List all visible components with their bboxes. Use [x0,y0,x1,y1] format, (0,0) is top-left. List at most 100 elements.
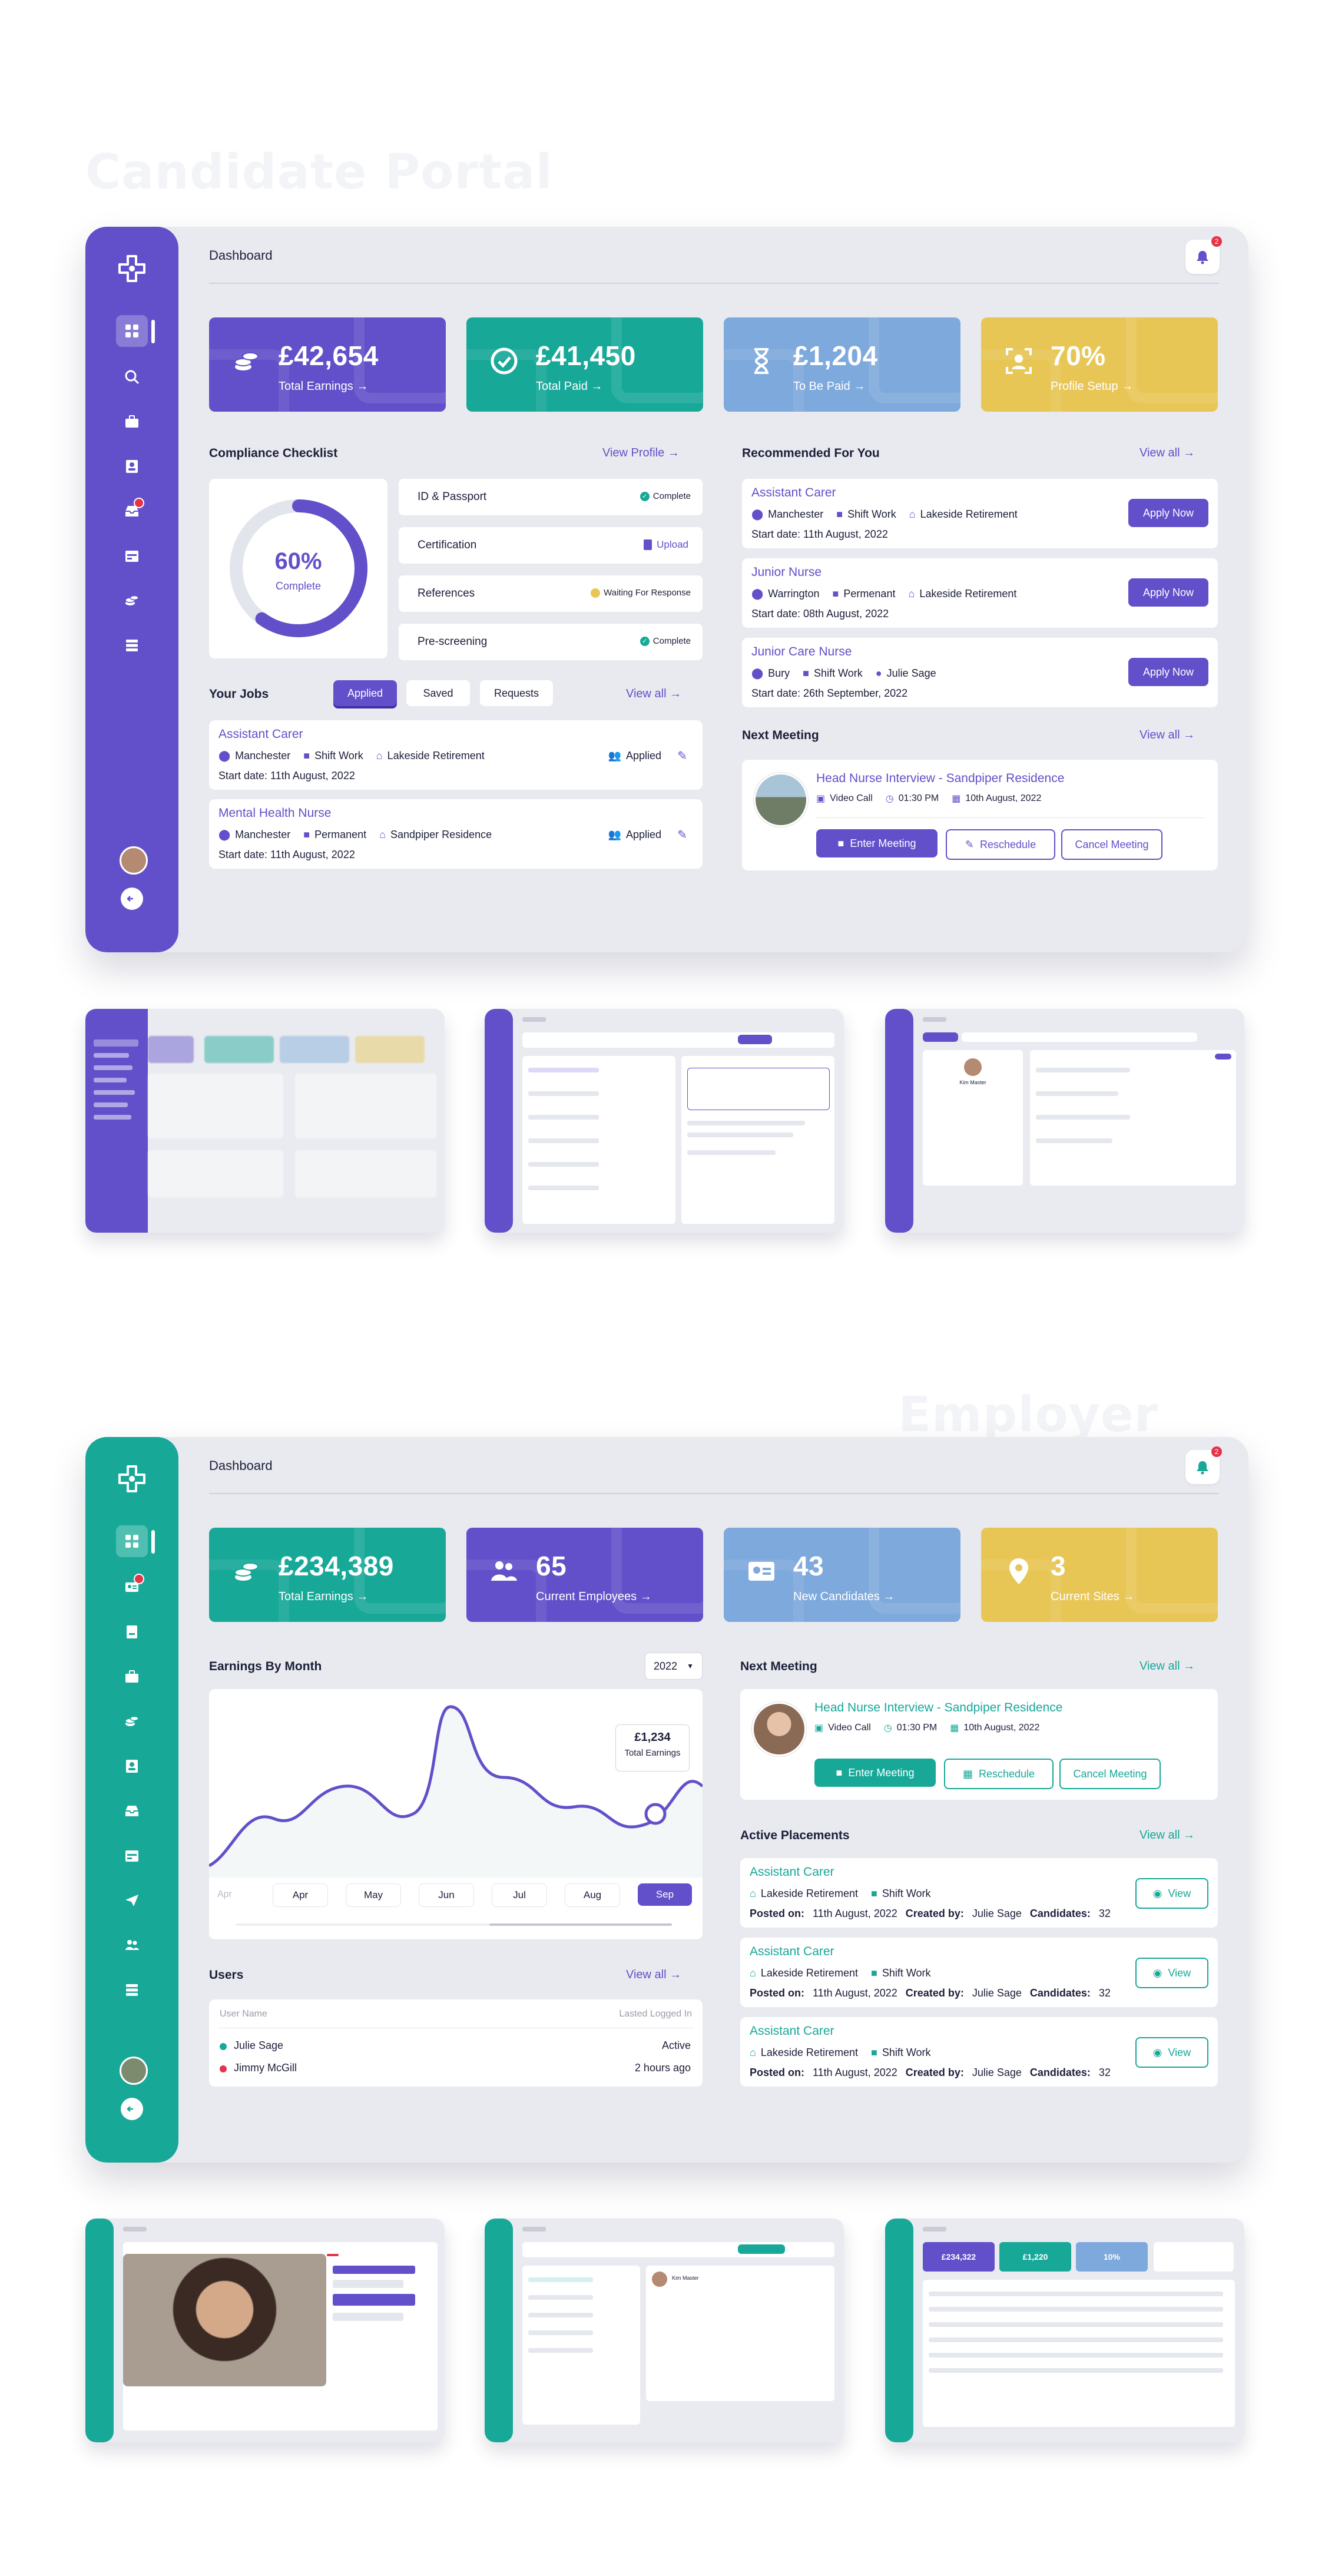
coins-icon[interactable] [116,1706,148,1737]
cancel-meeting-button[interactable]: Cancel Meeting [1061,829,1162,860]
tab-requests[interactable]: Requests [480,680,553,706]
tab-saved[interactable]: Saved [406,680,470,706]
app-logo-icon[interactable] [116,1463,148,1495]
arrow-right-icon: → [1183,729,1195,741]
app-logo-icon[interactable] [116,253,148,284]
stat-card-to-be-paid[interactable]: £1,204 To Be Paid → [724,317,960,412]
send-icon[interactable] [116,1885,148,1916]
recommended-job-card[interactable]: Junior Nurse ⬤ Warrington ■ Permenant ⌂ Lakes… [742,558,1218,628]
avatar[interactable] [120,846,148,875]
stat-card-new-candidates[interactable]: 43 New Candidates → [724,1528,960,1622]
placement-title[interactable]: Assistant Carer [750,1865,834,1879]
recommended-job-card[interactable]: Junior Care Nurse ⬤ Bury ■ Shift Work ● Julie… [742,638,1218,707]
company-logo-avatar[interactable] [120,2057,148,2085]
stat-card-current-sites[interactable]: 3 Current Sites → [981,1528,1218,1622]
compliance-item[interactable]: Pre-screening ✓ Complete [399,624,703,660]
reschedule-button[interactable]: ✎ Reschedule [946,829,1055,860]
briefcase-icon[interactable] [116,1661,148,1693]
table-row[interactable]: Jimmy McGill 2 hours ago [220,2062,691,2080]
view-all-recommended-link[interactable]: View all → [1140,446,1195,460]
profile-icon[interactable] [116,1750,148,1782]
tab-applied[interactable]: Applied [333,680,397,706]
placement-card[interactable]: Assistant Carer ⌂ Lakeside Retirement ■ Shi… [740,1858,1218,1928]
stat-card-total-paid[interactable]: £41,450 Total Paid → [466,317,703,412]
thumbnail-candidate-dashboard-menu[interactable] [85,1009,445,1233]
view-all-jobs-link[interactable]: View all → [626,687,681,701]
thumbnail-candidate-profile[interactable]: Kim Master [885,1009,1244,1233]
placement-title[interactable]: Assistant Carer [750,2024,834,2038]
logout-icon[interactable] [121,888,143,910]
month-pill[interactable]: Apr [273,1883,328,1907]
edit-icon[interactable]: ✎ [677,827,687,842]
month-pill[interactable]: Jun [419,1883,474,1907]
view-all-placements-link[interactable]: View all → [1140,1829,1195,1842]
month-pill[interactable]: May [346,1883,401,1907]
recommended-job-card[interactable]: Assistant Carer ⬤ Manchester ■ Shift Work ⌂ L… [742,479,1218,548]
job-title[interactable]: Assistant Carer [751,486,836,500]
table-row[interactable]: Julie Sage Active [220,2039,691,2057]
calendar-card-icon[interactable] [116,540,148,572]
month-pill-selected[interactable]: Sep [638,1883,692,1906]
document-icon[interactable] [116,1616,148,1648]
job-title[interactable]: Assistant Carer [218,727,303,741]
briefcase-icon[interactable] [116,406,148,438]
view-all-meetings-link[interactable]: View all → [1140,1660,1195,1673]
cancel-meeting-button[interactable]: Cancel Meeting [1059,1759,1161,1789]
month-pill[interactable]: Jul [492,1883,547,1907]
reschedule-button[interactable]: ▦ Reschedule [944,1759,1054,1789]
apply-now-button[interactable]: Apply Now [1128,658,1208,686]
compliance-item[interactable]: Certification Upload [399,527,703,564]
year-select[interactable]: 2022 ▼ [645,1653,703,1680]
inbox-icon[interactable] [116,495,148,527]
view-all-meetings-link[interactable]: View all → [1140,729,1195,742]
job-title[interactable]: Junior Care Nurse [751,645,852,659]
view-profile-link[interactable]: View Profile → [602,446,680,460]
logout-icon[interactable] [121,2098,143,2120]
job-title[interactable]: Mental Health Nurse [218,806,331,820]
apply-now-button[interactable]: Apply Now [1128,499,1208,527]
stat-card-profile-setup[interactable]: 70% Profile Setup → [981,317,1218,412]
edit-icon[interactable]: ✎ [677,749,687,763]
view-button[interactable]: ◉ View [1135,1958,1208,1988]
thumbnail-employer-video-call[interactable] [85,2219,445,2442]
stat-card-total-earnings[interactable]: £42,654 Total Earnings → [209,317,446,412]
stat-card-current-employees[interactable]: 65 Current Employees → [466,1528,703,1622]
placement-title[interactable]: Assistant Carer [750,1945,834,1959]
list-icon[interactable] [116,630,148,661]
job-title[interactable]: Junior Nurse [751,565,822,580]
search-icon[interactable] [116,361,148,393]
profile-icon[interactable] [116,451,148,482]
thumbnail-sidebar [85,1009,148,1233]
notification-bell-icon[interactable]: 2 [1185,1446,1222,1484]
enter-meeting-button[interactable]: ■ Enter Meeting [816,829,938,857]
thumbnail-employer-candidates[interactable]: Kim Master [485,2219,844,2442]
dashboard-icon[interactable] [116,1525,155,1557]
meeting-name[interactable]: Head Nurse Interview - Sandpiper Residen… [814,1701,1062,1715]
coins-icon[interactable] [116,585,148,617]
view-all-users-link[interactable]: View all → [626,1968,681,1982]
placement-card[interactable]: Assistant Carer ⌂ Lakeside Retirement ■ Shi… [740,2017,1218,2087]
id-card-icon[interactable] [116,1571,148,1603]
applied-job-card[interactable]: Mental Health Nurse ⬤ Manchester ■ Permanen… [209,799,703,869]
chart-scrollbar[interactable] [236,1923,672,1926]
dashboard-icon[interactable] [116,315,155,347]
stat-card-total-earnings[interactable]: £234,389 Total Earnings → [209,1528,446,1622]
calendar-card-icon[interactable] [116,1840,148,1872]
applied-job-card[interactable]: Assistant Carer ⬤ Manchester ■ Shift Work ⌂ L… [209,720,703,790]
inbox-icon[interactable] [116,1795,148,1827]
view-button[interactable]: ◉ View [1135,2037,1208,2068]
thumbnail-employer-wages[interactable]: £234,322 £1,220 10% [885,2219,1244,2442]
placement-card[interactable]: Assistant Carer ⌂ Lakeside Retirement ■ Shi… [740,1938,1218,2007]
users-icon[interactable] [116,1929,148,1961]
compliance-item[interactable]: ID & Passport ✓ Complete [399,479,703,515]
enter-meeting-button[interactable]: ■ Enter Meeting [814,1759,936,1787]
compliance-item[interactable]: References Waiting For Response [399,575,703,612]
notification-bell-icon[interactable]: 2 [1185,236,1222,274]
thumbnail-candidate-job-search[interactable] [485,1009,844,1233]
month-pill[interactable]: Aug [565,1883,620,1907]
view-button[interactable]: ◉ View [1135,1878,1208,1909]
list-icon[interactable] [116,1974,148,2006]
apply-now-button[interactable]: Apply Now [1128,578,1208,607]
upload-button[interactable]: Upload [644,539,688,551]
meeting-name[interactable]: Head Nurse Interview - Sandpiper Residen… [816,772,1064,786]
